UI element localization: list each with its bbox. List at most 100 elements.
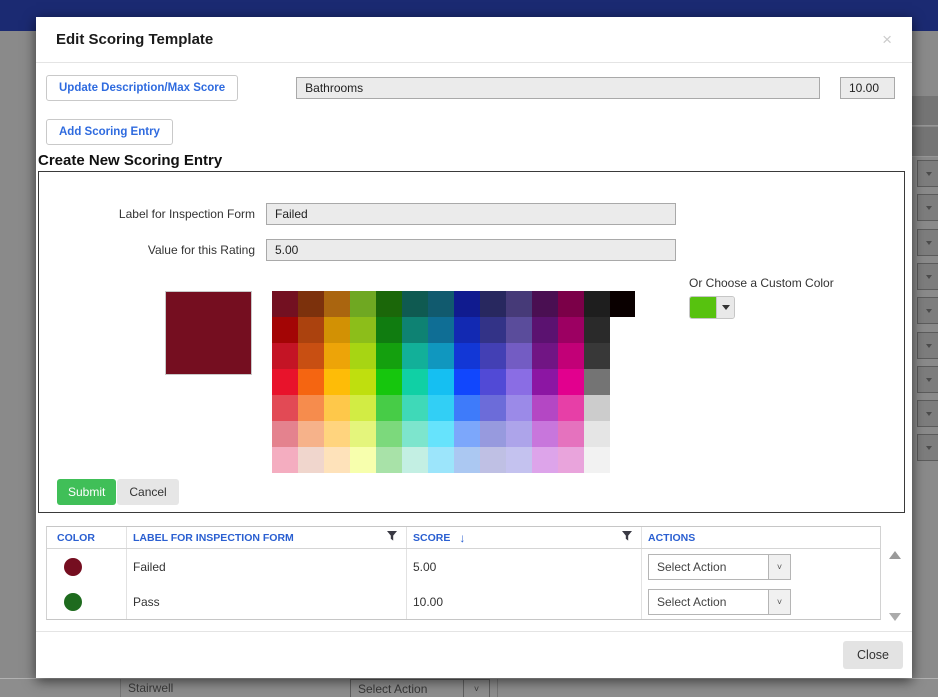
palette-swatch[interactable] (298, 421, 324, 447)
filter-icon[interactable] (386, 530, 398, 545)
palette-swatch[interactable] (376, 291, 402, 317)
palette-swatch[interactable] (376, 395, 402, 421)
palette-swatch[interactable] (532, 421, 558, 447)
palette-swatch[interactable] (558, 317, 584, 343)
palette-swatch[interactable] (402, 369, 428, 395)
palette-swatch[interactable] (402, 317, 428, 343)
close-button[interactable]: Close (843, 641, 903, 669)
palette-swatch[interactable] (324, 291, 350, 317)
palette-swatch[interactable] (480, 317, 506, 343)
value-field-input[interactable]: 5.00 (266, 239, 676, 261)
palette-swatch[interactable] (558, 421, 584, 447)
palette-swatch[interactable] (454, 317, 480, 343)
palette-swatch[interactable] (298, 369, 324, 395)
palette-swatch[interactable] (272, 369, 298, 395)
palette-swatch[interactable] (532, 343, 558, 369)
palette-swatch[interactable] (428, 317, 454, 343)
palette-swatch[interactable] (584, 421, 610, 447)
palette-swatch[interactable] (402, 447, 428, 473)
column-header-label[interactable]: LABEL FOR INSPECTION FORM (126, 527, 406, 548)
palette-swatch[interactable] (532, 291, 558, 317)
column-header-score[interactable]: SCORE ↓ (406, 527, 641, 548)
palette-swatch[interactable] (506, 291, 532, 317)
max-score-input[interactable]: 10.00 (840, 77, 895, 99)
palette-swatch[interactable] (506, 343, 532, 369)
palette-swatch[interactable] (584, 317, 610, 343)
palette-swatch[interactable] (402, 395, 428, 421)
palette-swatch[interactable] (558, 343, 584, 369)
palette-swatch[interactable] (480, 421, 506, 447)
column-header-color[interactable]: COLOR (47, 527, 126, 548)
cancel-button[interactable]: Cancel (117, 479, 178, 505)
palette-swatch[interactable] (428, 291, 454, 317)
palette-swatch[interactable] (584, 291, 610, 317)
palette-swatch[interactable] (428, 447, 454, 473)
update-description-button[interactable]: Update Description/Max Score (46, 75, 238, 101)
palette-swatch[interactable] (506, 447, 532, 473)
palette-swatch[interactable] (324, 421, 350, 447)
select-action-dropdown[interactable]: Select Action˅ (648, 554, 791, 580)
palette-swatch[interactable] (428, 395, 454, 421)
palette-swatch[interactable] (428, 343, 454, 369)
palette-swatch[interactable] (298, 291, 324, 317)
palette-swatch[interactable] (584, 395, 610, 421)
palette-swatch[interactable] (298, 343, 324, 369)
palette-swatch[interactable] (376, 317, 402, 343)
palette-swatch[interactable] (454, 395, 480, 421)
palette-swatch[interactable] (454, 369, 480, 395)
description-input[interactable]: Bathrooms (296, 77, 820, 99)
palette-swatch[interactable] (402, 421, 428, 447)
palette-swatch[interactable] (272, 291, 298, 317)
palette-swatch[interactable] (584, 369, 610, 395)
filter-icon[interactable] (621, 530, 633, 545)
palette-swatch[interactable] (584, 447, 610, 473)
palette-swatch[interactable] (454, 447, 480, 473)
palette-swatch[interactable] (350, 395, 376, 421)
palette-swatch[interactable] (506, 421, 532, 447)
palette-swatch[interactable] (454, 421, 480, 447)
palette-swatch[interactable] (350, 369, 376, 395)
column-header-actions[interactable]: ACTIONS (641, 527, 880, 548)
close-icon[interactable]: × (882, 31, 892, 48)
palette-swatch[interactable] (376, 421, 402, 447)
palette-swatch[interactable] (272, 421, 298, 447)
palette-swatch[interactable] (324, 447, 350, 473)
label-field-input[interactable]: Failed (266, 203, 676, 225)
palette-swatch[interactable] (558, 447, 584, 473)
palette-swatch[interactable] (376, 369, 402, 395)
custom-color-dropdown[interactable] (689, 296, 735, 319)
background-select-action[interactable]: Select Action ˅ (350, 679, 490, 697)
palette-swatch[interactable] (506, 317, 532, 343)
palette-swatch[interactable] (532, 395, 558, 421)
submit-button[interactable]: Submit (57, 479, 116, 505)
palette-swatch[interactable] (298, 317, 324, 343)
palette-swatch[interactable] (272, 447, 298, 473)
scroll-down-icon[interactable] (889, 613, 901, 621)
scroll-up-icon[interactable] (889, 551, 901, 559)
palette-swatch[interactable] (480, 343, 506, 369)
palette-swatch[interactable] (532, 317, 558, 343)
palette-swatch[interactable] (376, 343, 402, 369)
palette-swatch[interactable] (272, 317, 298, 343)
palette-swatch[interactable] (350, 447, 376, 473)
palette-swatch[interactable] (324, 395, 350, 421)
palette-swatch[interactable] (454, 343, 480, 369)
select-action-dropdown[interactable]: Select Action˅ (648, 589, 791, 615)
palette-swatch[interactable] (454, 291, 480, 317)
palette-swatch[interactable] (480, 447, 506, 473)
palette-swatch[interactable] (324, 369, 350, 395)
palette-swatch[interactable] (428, 421, 454, 447)
palette-swatch[interactable] (506, 395, 532, 421)
palette-swatch[interactable] (272, 395, 298, 421)
palette-swatch[interactable] (428, 369, 454, 395)
palette-swatch[interactable] (376, 447, 402, 473)
palette-swatch[interactable] (272, 343, 298, 369)
palette-swatch[interactable] (350, 291, 376, 317)
palette-swatch[interactable] (402, 291, 428, 317)
palette-swatch[interactable] (298, 395, 324, 421)
palette-swatch[interactable] (402, 343, 428, 369)
palette-swatch[interactable] (558, 369, 584, 395)
palette-swatch[interactable] (532, 369, 558, 395)
palette-swatch[interactable] (558, 395, 584, 421)
palette-swatch[interactable] (558, 291, 584, 317)
